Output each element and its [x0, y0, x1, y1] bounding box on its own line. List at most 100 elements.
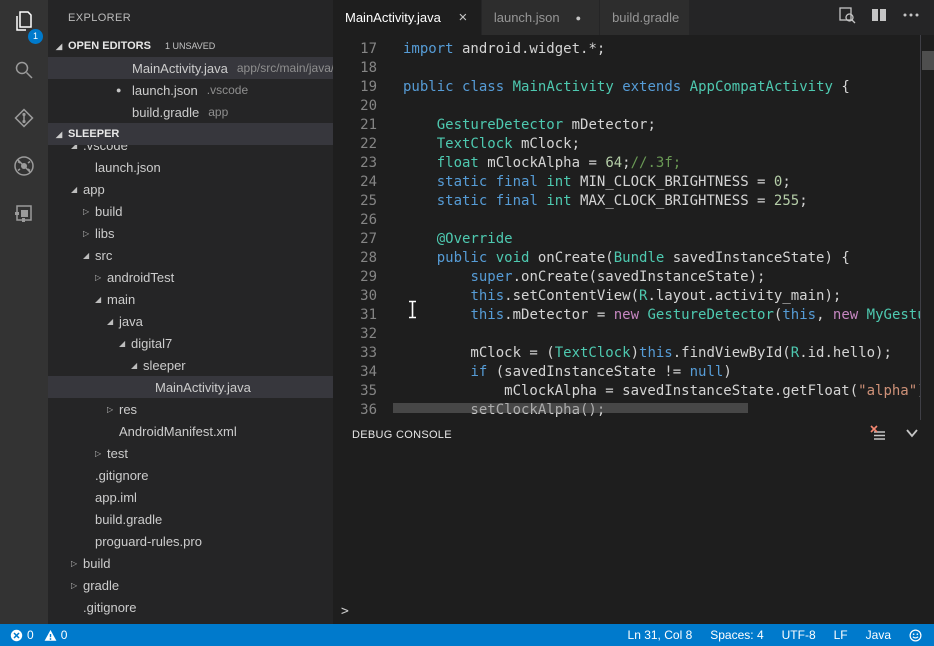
clear-console-icon	[869, 424, 887, 447]
tab-label: build.gradle	[612, 10, 679, 25]
cursor-position-status[interactable]: Ln 31, Col 8	[628, 628, 693, 642]
horizontal-scrollbar[interactable]	[393, 403, 748, 413]
open-editor-name: build.gradle	[132, 105, 199, 120]
line-number: 32	[333, 325, 377, 344]
tree-item-sleeper[interactable]: ◢sleeper	[48, 354, 333, 376]
code-line-27[interactable]: 27 @Override	[333, 230, 934, 249]
tree-item-launch.json[interactable]: launch.json	[48, 156, 333, 178]
tree-item-build.gradle[interactable]: build.gradle	[48, 508, 333, 530]
language-mode-status[interactable]: Java	[866, 628, 891, 642]
code-line-18[interactable]: 18	[333, 59, 934, 78]
code-editor[interactable]: 17import android.widget.*;1819public cla…	[333, 35, 934, 420]
tree-item-libs[interactable]: ▷libs	[48, 222, 333, 244]
vertical-scrollbar[interactable]	[920, 35, 934, 420]
code-line-26[interactable]: 26	[333, 211, 934, 230]
indentation-status[interactable]: Spaces: 4	[710, 628, 763, 642]
code-line-21[interactable]: 21 GestureDetector mDetector;	[333, 116, 934, 135]
tree-item-java[interactable]: ◢java	[48, 310, 333, 332]
more-actions-button[interactable]	[898, 5, 924, 31]
code-line-20[interactable]: 20	[333, 97, 934, 116]
collapse-panel-button[interactable]	[900, 423, 924, 447]
tree-item-MainActivity.java[interactable]: MainActivity.java	[48, 376, 333, 398]
code-content[interactable]: 17import android.widget.*;1819public cla…	[333, 35, 934, 420]
open-editor-description: app	[208, 105, 228, 119]
tree-item-src[interactable]: ◢src	[48, 244, 333, 266]
tree-item-gradle[interactable]: ▷gradle	[48, 574, 333, 596]
chevron-expanded-icon: ◢	[95, 295, 107, 304]
tree-item-digital7[interactable]: ◢digital7	[48, 332, 333, 354]
clear-console-button[interactable]	[866, 423, 890, 447]
tree-item-app.iml[interactable]: app.iml	[48, 486, 333, 508]
encoding-status[interactable]: UTF-8	[782, 628, 816, 642]
dirty-indicator-icon[interactable]: ●	[576, 13, 581, 23]
panel-title[interactable]: DEBUG CONSOLE	[352, 429, 452, 441]
open-preview-button[interactable]	[834, 5, 860, 31]
code-line-28[interactable]: 28 public void onCreate(Bundle savedInst…	[333, 249, 934, 268]
error-count: 0	[27, 628, 34, 642]
tree-item-res[interactable]: ▷res	[48, 398, 333, 420]
source-control-activity-button[interactable]	[0, 96, 48, 144]
code-line-35[interactable]: 35 mClockAlpha = savedInstanceState.getF…	[333, 382, 934, 401]
tree-item-.gitignore[interactable]: .gitignore	[48, 464, 333, 486]
line-number: 27	[333, 230, 377, 249]
tab-launch.json[interactable]: launch.json●	[482, 0, 600, 35]
tree-item-androidTest[interactable]: ▷androidTest	[48, 266, 333, 288]
open-editor-item[interactable]: build.gradle app	[48, 101, 333, 123]
explorer-activity-button[interactable]: 1	[0, 0, 48, 48]
eol-status[interactable]: LF	[834, 628, 848, 642]
code-line-31[interactable]: 31 this.mDetector = new GestureDetector(…	[333, 306, 934, 325]
code-line-33[interactable]: 33 mClock = (TextClock)this.findViewById…	[333, 344, 934, 363]
warning-icon	[44, 629, 57, 642]
problems-status[interactable]: 0 0	[10, 628, 67, 642]
code-line-22[interactable]: 22 TextClock mClock;	[333, 135, 934, 154]
tree-item-.vscode[interactable]: ◢.vscode	[48, 145, 333, 156]
open-files-badge: 1	[28, 29, 43, 44]
tree-item-label: test	[107, 446, 128, 461]
tree-item-main[interactable]: ◢main	[48, 288, 333, 310]
project-section-header[interactable]: ◢ SLEEPER	[48, 123, 333, 145]
scrollbar-thumb[interactable]	[922, 51, 934, 70]
code-line-30[interactable]: 30 this.setContentView(R.layout.activity…	[333, 287, 934, 306]
code-text: this.setContentView(R.layout.activity_ma…	[403, 288, 841, 304]
tree-item-build[interactable]: ▷build	[48, 552, 333, 574]
line-number: 21	[333, 116, 377, 135]
tree-item-app[interactable]: ◢app	[48, 178, 333, 200]
explorer-sidebar: EXPLORER ◢ OPEN EDITORS 1 UNSAVED MainAc…	[48, 0, 333, 624]
code-line-23[interactable]: 23 float mClockAlpha = 64;//.3f;	[333, 154, 934, 173]
code-line-29[interactable]: 29 super.onCreate(savedInstanceState);	[333, 268, 934, 287]
code-line-25[interactable]: 25 static final int MAX_CLOCK_BRIGHTNESS…	[333, 192, 934, 211]
tab-MainActivity.java[interactable]: MainActivity.java×	[333, 0, 482, 35]
tree-item-.gitignore[interactable]: .gitignore	[48, 596, 333, 618]
code-line-24[interactable]: 24 static final int MIN_CLOCK_BRIGHTNESS…	[333, 173, 934, 192]
close-tab-icon[interactable]: ×	[455, 9, 471, 26]
code-text: static final int MAX_CLOCK_BRIGHTNESS = …	[403, 193, 808, 209]
code-text: if (savedInstanceState != null)	[403, 364, 732, 380]
tree-item-label: main	[107, 292, 135, 307]
tree-item-build[interactable]: ▷build	[48, 200, 333, 222]
code-line-34[interactable]: 34 if (savedInstanceState != null)	[333, 363, 934, 382]
code-line-19[interactable]: 19public class MainActivity extends AppC…	[333, 78, 934, 97]
extensions-activity-button[interactable]	[0, 192, 48, 240]
code-line-17[interactable]: 17import android.widget.*;	[333, 40, 934, 59]
code-line-32[interactable]: 32	[333, 325, 934, 344]
search-activity-button[interactable]	[0, 48, 48, 96]
open-editors-header[interactable]: ◢ OPEN EDITORS 1 UNSAVED	[48, 35, 333, 57]
tab-build.gradle[interactable]: build.gradle	[600, 0, 690, 35]
tree-item-test[interactable]: ▷test	[48, 442, 333, 464]
debug-activity-button[interactable]	[0, 144, 48, 192]
feedback-smiley-icon[interactable]	[909, 629, 922, 642]
tree-item-label: build.gradle	[95, 512, 162, 527]
console-input[interactable]: >	[333, 598, 934, 624]
tree-item-label: java	[119, 314, 143, 329]
tree-item-proguard-rules.pro[interactable]: proguard-rules.pro	[48, 530, 333, 552]
open-editor-item[interactable]: MainActivity.javaapp/src/main/java/digit…	[48, 57, 333, 79]
line-number: 17	[333, 40, 377, 59]
line-number: 20	[333, 97, 377, 116]
warning-count: 0	[61, 628, 68, 642]
search-icon	[11, 57, 37, 88]
code-text: TextClock mClock;	[403, 136, 580, 152]
code-text: public class MainActivity extends AppCom…	[403, 79, 850, 95]
tree-item-AndroidManifest.xml[interactable]: AndroidManifest.xml	[48, 420, 333, 442]
split-editor-button[interactable]	[866, 5, 892, 31]
open-editor-item[interactable]: ●launch.json.vscode	[48, 79, 333, 101]
